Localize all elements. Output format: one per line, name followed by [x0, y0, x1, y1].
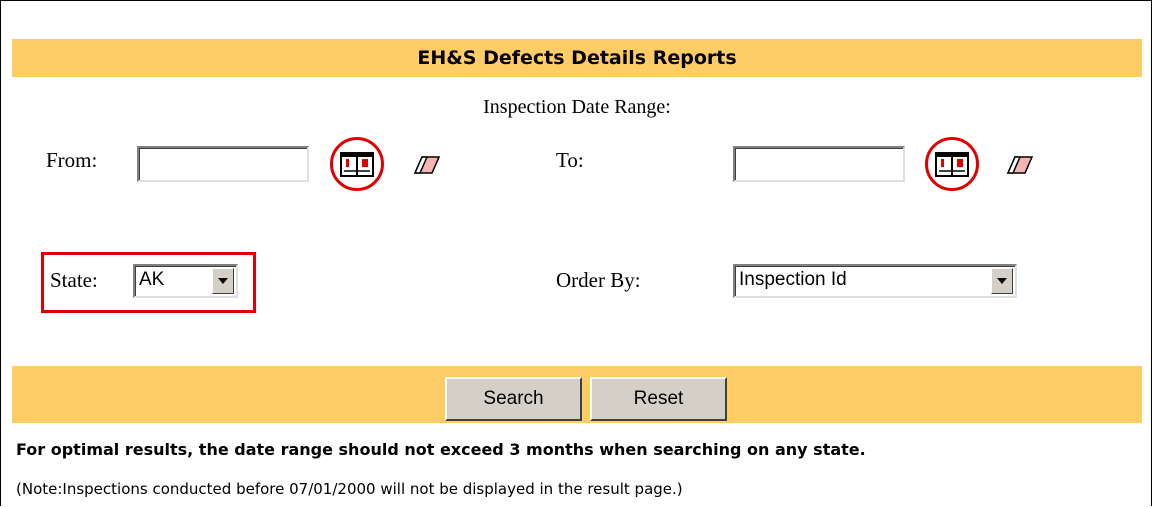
date-range-label: Inspection Date Range:: [483, 96, 671, 118]
calendar-icon: [935, 152, 969, 177]
from-calendar-button[interactable]: [330, 137, 384, 191]
button-bar: Search Reset: [12, 366, 1142, 423]
eraser-icon: [1006, 156, 1034, 174]
to-clear-button[interactable]: [1006, 155, 1034, 180]
state-select-value: AK: [139, 269, 165, 290]
page-title: EH&S Defects Details Reports: [417, 47, 737, 69]
state-label: State:: [50, 268, 98, 292]
from-clear-button[interactable]: [413, 155, 441, 180]
search-button[interactable]: Search: [445, 377, 582, 421]
optimal-results-note: For optimal results, the date range shou…: [16, 440, 866, 459]
chevron-down-icon[interactable]: [212, 268, 234, 294]
state-select[interactable]: AK: [133, 264, 238, 298]
calendar-icon: [340, 152, 374, 177]
order-by-label: Order By:: [556, 268, 641, 292]
to-date-input[interactable]: [733, 146, 905, 182]
inspection-date-note: (Note:Inspections conducted before 07/01…: [16, 480, 683, 498]
to-label: To:: [556, 148, 584, 172]
eraser-icon: [413, 156, 441, 174]
title-bar: EH&S Defects Details Reports: [12, 39, 1142, 77]
chevron-down-icon[interactable]: [991, 268, 1013, 294]
from-label: From:: [46, 148, 98, 172]
order-by-select[interactable]: Inspection Id: [733, 264, 1017, 298]
reset-button[interactable]: Reset: [590, 377, 727, 421]
to-calendar-button[interactable]: [925, 137, 979, 191]
from-date-input[interactable]: [137, 146, 309, 182]
order-by-select-value: Inspection Id: [739, 269, 847, 290]
